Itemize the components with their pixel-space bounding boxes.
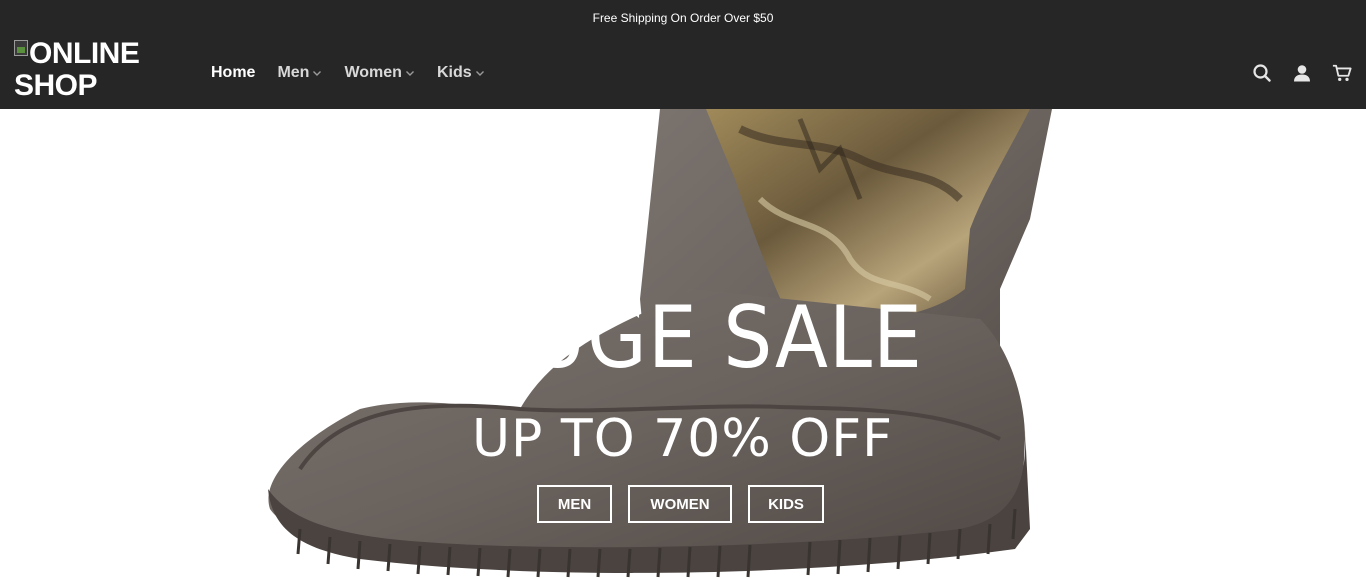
hero-banner: HUGE SALE UP TO 70% OFF MEN WOMEN KIDS [0, 109, 1366, 578]
chevron-down-icon [475, 70, 484, 76]
logo-line-2: SHOP [14, 69, 98, 102]
cart-icon[interactable] [1332, 63, 1352, 83]
nav-item-label: Women [344, 63, 402, 81]
shop-women-button[interactable]: WOMEN [628, 485, 732, 523]
header-actions [1252, 36, 1352, 109]
chevron-down-icon [405, 70, 414, 76]
shop-men-button[interactable]: MEN [537, 485, 612, 523]
hero-subtitle: UP TO 70% OFF [471, 409, 894, 469]
nav-item-label: Home [211, 63, 256, 81]
announcement-bar: Free Shipping On Order Over $50 [0, 0, 1366, 36]
search-icon[interactable] [1252, 63, 1272, 83]
hero-cta-row: MEN WOMEN KIDS [537, 485, 824, 523]
broken-image-icon [14, 40, 28, 56]
nav-item-label: Kids [436, 63, 472, 81]
logo-line-1: ONLINE [14, 38, 140, 70]
chevron-down-icon [313, 70, 322, 76]
site-header: ONLINE SHOP Home Men Women Kids [0, 36, 1366, 109]
nav-item-kids[interactable]: Kids [437, 64, 485, 82]
nav-item-women[interactable]: Women [344, 64, 414, 82]
site-logo[interactable]: ONLINE SHOP [14, 38, 140, 102]
nav-item-home[interactable]: Home [211, 64, 255, 82]
main-nav: Home Men Women Kids [211, 36, 485, 109]
announcement-text: Free Shipping On Order Over $50 [592, 11, 774, 25]
hero-title: HUGE SALE [470, 295, 923, 381]
shop-kids-button[interactable]: KIDS [748, 485, 824, 523]
nav-item-label: Men [277, 63, 310, 81]
nav-item-men[interactable]: Men [277, 64, 322, 82]
account-icon[interactable] [1292, 63, 1312, 83]
